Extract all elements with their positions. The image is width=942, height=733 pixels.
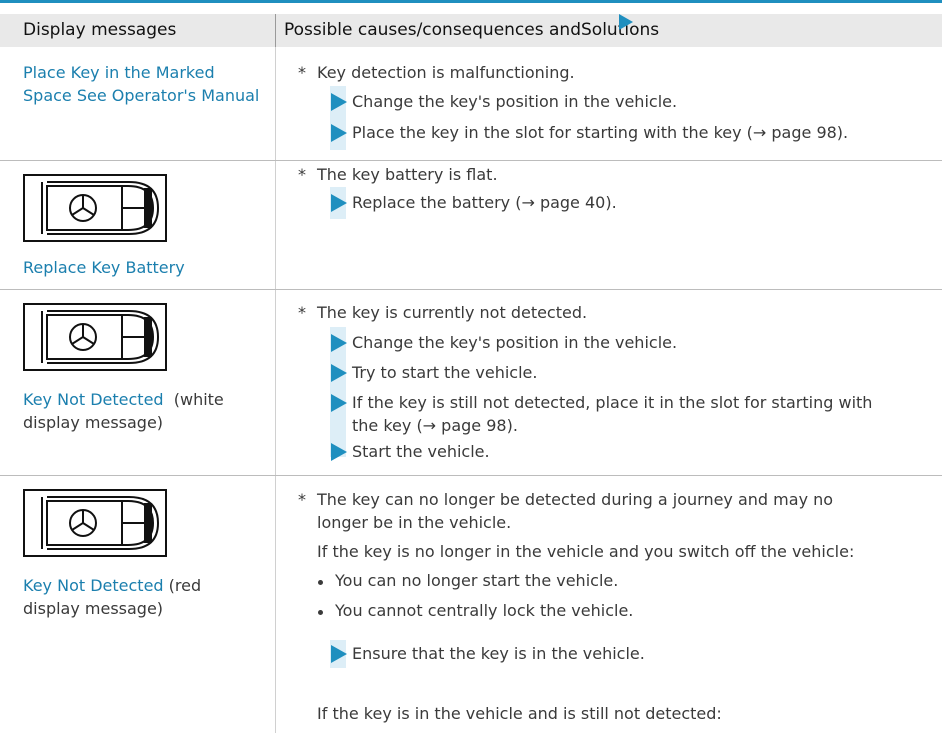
cause-text: The key can no longer be detected during…	[317, 490, 834, 509]
row-divider	[0, 160, 942, 161]
display-message: Place Key in the Marked Space See Operat…	[23, 63, 260, 105]
display-message-note: (white	[173, 390, 224, 409]
solution-arrow-icon	[331, 334, 347, 352]
cause-marker: *	[298, 490, 306, 509]
display-message-note: display message)	[23, 413, 164, 432]
solution-text: Change the key's position in the vehicle…	[352, 92, 678, 111]
display-message-title: Key Not Detected	[23, 390, 164, 409]
header-separator	[275, 14, 276, 47]
cause-text: The key battery is flat.	[317, 165, 498, 184]
condition-text: If the key is no longer in the vehicle a…	[317, 542, 855, 561]
bullet-dot	[318, 580, 323, 585]
solution-arrow-icon	[331, 194, 347, 212]
cause-marker: *	[298, 165, 306, 184]
solution-text: Place the key in the slot for starting w…	[352, 123, 849, 142]
bullet-text: You can no longer start the vehicle.	[335, 571, 619, 590]
cause-text: The key is currently not detected.	[317, 303, 588, 322]
solution-text: If the key is still not detected, place …	[352, 393, 873, 412]
solution-arrow-icon	[331, 443, 347, 461]
cause-marker: *	[298, 303, 306, 322]
bullet-text: You cannot centrally lock the vehicle.	[335, 601, 634, 620]
condition-text: If the key is in the vehicle and is stil…	[317, 704, 722, 723]
solution-arrow-icon	[331, 645, 347, 663]
row-divider	[0, 475, 942, 476]
cause-marker: *	[298, 63, 306, 82]
display-message: Key Not Detected (red display message)	[23, 574, 263, 620]
solution-arrow-icon	[331, 364, 347, 382]
header-causes-label: Possible causes/consequences and	[284, 20, 581, 40]
header-display-messages: Display messages	[23, 20, 177, 40]
solution-text-continued: the key (→ page 98).	[352, 416, 518, 435]
column-divider	[275, 47, 276, 733]
solution-arrow-icon	[331, 124, 347, 142]
cause-text-continued: longer be in the vehicle.	[317, 513, 512, 532]
header-causes-solutions: Possible causes/consequences and Solution…	[284, 14, 659, 47]
solution-arrow-icon	[331, 394, 347, 412]
solution-text: Ensure that the key is in the vehicle.	[352, 644, 645, 663]
table-header: Display messages Possible causes/consequ…	[0, 14, 942, 47]
display-message-title: Key Not Detected	[23, 576, 164, 595]
row-divider	[0, 289, 942, 290]
display-message-note: (red	[168, 576, 202, 595]
key-fob-icon	[23, 174, 167, 242]
top-accent-line	[0, 0, 942, 3]
solution-text: Replace the battery (→ page 40).	[352, 193, 617, 212]
display-message: Replace Key Battery	[23, 258, 185, 277]
solution-text: Change the key's position in the vehicle…	[352, 333, 678, 352]
cause-text: Key detection is malfunctioning.	[317, 63, 575, 82]
solution-arrow-icon	[331, 93, 347, 111]
key-fob-icon	[23, 303, 167, 371]
solution-arrow-icon	[619, 14, 633, 30]
solution-text: Try to start the vehicle.	[352, 363, 538, 382]
display-message-note: display message)	[23, 599, 164, 618]
display-message: Key Not Detected (white display message)	[23, 388, 263, 434]
key-fob-icon	[23, 489, 167, 557]
bullet-dot	[318, 610, 323, 615]
solution-text: Start the vehicle.	[352, 442, 490, 461]
